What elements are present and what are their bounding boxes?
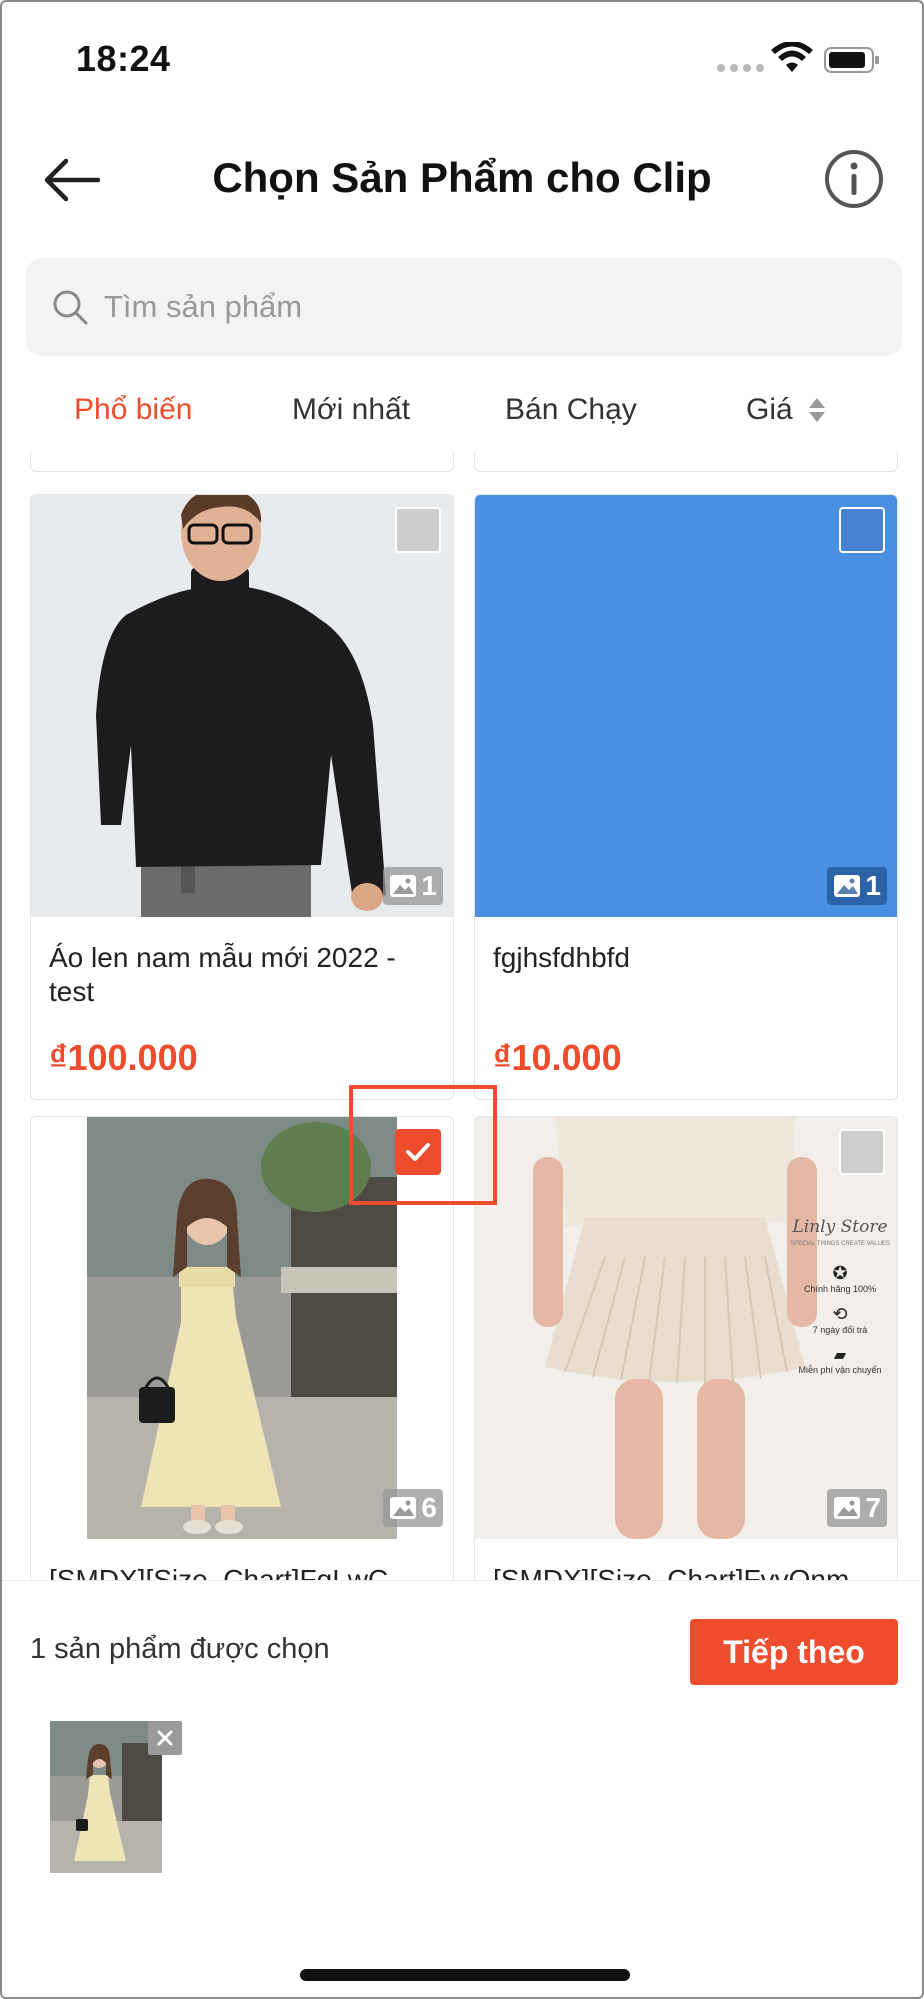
badge-return: 7 ngày đổi trả [812, 1325, 868, 1335]
battery-icon [824, 47, 879, 73]
tab-price[interactable]: Giá [746, 393, 827, 427]
next-button[interactable]: Tiếp theo [690, 1619, 898, 1685]
sort-arrows-icon [808, 398, 825, 422]
image-count: 1 [421, 870, 437, 901]
product-name: [SMDX][Size_Chart]FvvQnm [493, 1564, 850, 1580]
home-indicator [300, 1969, 630, 1981]
product-image: Linly Store SPECIAL THINGS CREATE VALUES… [475, 1117, 897, 1539]
image-count: 1 [865, 870, 881, 901]
select-checkbox[interactable] [839, 507, 885, 553]
product-price: ₫100.000 [49, 1037, 198, 1078]
product-photo-sweater [31, 495, 453, 917]
tab-price-label: Giá [746, 393, 793, 426]
sort-tabs: Phổ biến Mới nhất Bán Chạy Giá [2, 387, 922, 447]
brand-store-name: Linly Store [792, 1217, 888, 1237]
image-icon [834, 1497, 861, 1519]
wifi-icon [771, 42, 813, 72]
product-grid: 1 Áo len nam mẫu mới 2022 - test ₫100.00… [2, 452, 922, 1580]
product-name: Áo len nam mẫu mới 2022 - test [49, 942, 396, 1007]
brand-tagline: SPECIAL THINGS CREATE VALUES [790, 1241, 890, 1247]
search-input[interactable] [104, 289, 864, 325]
image-icon [390, 1497, 417, 1519]
image-icon [390, 875, 417, 897]
phone-frame: 18:24 Chọn Sản Phẩm cho Clip Tìm sản phẩ… [0, 0, 924, 1999]
search-bar[interactable] [26, 258, 902, 356]
product-image: 1 [475, 495, 897, 917]
return-box-icon: ⟲ [832, 1304, 848, 1324]
previous-card-edge [30, 452, 454, 472]
select-checkbox[interactable] [839, 1129, 885, 1175]
product-image: 1 [31, 495, 453, 917]
selection-bar: 1 sản phẩm được chọn Tiếp theo [2, 1580, 922, 1997]
product-card[interactable]: 1 Áo len nam mẫu mới 2022 - test ₫100.00… [30, 494, 454, 1100]
page-title: Chọn Sản Phẩm cho Clip [212, 154, 712, 201]
image-count-badge: 6 [383, 1489, 443, 1527]
tab-popular[interactable]: Phổ biến [74, 393, 192, 427]
product-card[interactable]: 1 fgjhsfdhbfd ₫10.000 [474, 494, 898, 1100]
image-count-badge: 1 [383, 867, 443, 905]
brand-overlay: Linly Store SPECIAL THINGS CREATE VALUES… [785, 1217, 895, 1375]
image-count-badge: 1 [827, 867, 887, 905]
product-card[interactable]: Linly Store SPECIAL THINGS CREATE VALUES… [474, 1116, 898, 1580]
status-bar: 18:24 [2, 2, 922, 112]
select-checkbox[interactable] [395, 507, 441, 553]
image-count: 7 [865, 1492, 881, 1523]
tab-newest[interactable]: Mới nhất [292, 393, 410, 427]
medal-icon: ✪ [832, 1263, 848, 1283]
product-name: [SMDX][Size_Chart]FqLwC [49, 1564, 389, 1580]
previous-card-edge [474, 452, 898, 472]
image-icon [834, 875, 861, 897]
info-icon[interactable] [822, 147, 886, 211]
image-count-badge: 7 [827, 1489, 887, 1527]
product-price: ₫10.000 [493, 1037, 622, 1078]
selected-product-thumbnail[interactable] [50, 1721, 162, 1873]
highlight-annotation [349, 1085, 497, 1205]
status-time: 18:24 [76, 38, 171, 79]
close-icon [157, 1730, 173, 1746]
remove-thumbnail-button[interactable] [148, 1721, 182, 1755]
image-count: 6 [421, 1492, 437, 1523]
header: Chọn Sản Phẩm cho Clip [2, 122, 922, 242]
tab-best-selling[interactable]: Bán Chạy [505, 393, 637, 427]
product-name: fgjhsfdhbfd [493, 942, 630, 973]
cellular-signal-icon [717, 64, 764, 72]
search-icon [53, 290, 88, 325]
badge-shipping: Miễn phí vận chuyển [798, 1365, 882, 1375]
selected-count-text: 1 sản phẩm được chọn [30, 1633, 330, 1665]
thumbnail-dress-image [50, 1721, 162, 1873]
truck-icon: ▰ [833, 1347, 847, 1364]
badge-authentic: Chính hãng 100% [803, 1284, 877, 1294]
